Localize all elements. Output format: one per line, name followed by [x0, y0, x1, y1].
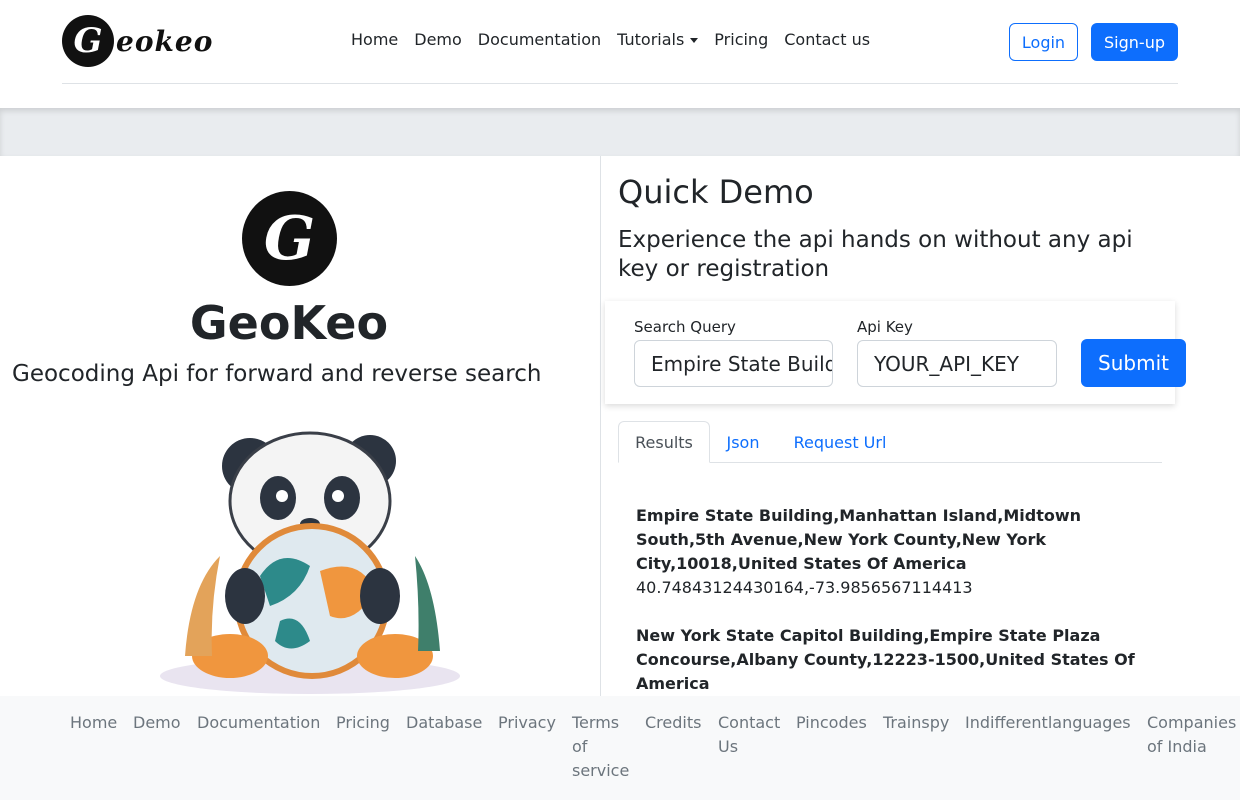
footer-terms[interactable]: Terms of service — [572, 711, 632, 783]
footer-pricing[interactable]: Pricing — [336, 711, 390, 735]
api-key-label: Api Key — [857, 318, 913, 336]
hero-logo-icon: G — [242, 191, 337, 286]
nav-demo[interactable]: Demo — [414, 30, 462, 49]
result-coordinates: 40.74843124430164,-73.9856567114413 — [636, 578, 973, 597]
brand-logo[interactable]: G eokeo — [62, 15, 213, 67]
footer: Home Demo Documentation Pricing Database… — [0, 696, 1240, 800]
result-tabs: Results Json Request Url — [618, 421, 1162, 463]
tab-request-url[interactable]: Request Url — [776, 421, 904, 463]
list-item: New York State Capitol Building,Empire S… — [636, 624, 1156, 696]
footer-documentation[interactable]: Documentation — [197, 711, 320, 735]
tab-json[interactable]: Json — [710, 421, 776, 463]
login-button[interactable]: Login — [1009, 23, 1078, 61]
result-address: New York State Capitol Building,Empire S… — [636, 626, 1135, 693]
demo-title: Quick Demo — [618, 173, 814, 211]
list-item: Empire State Building,Manhattan Island,M… — [636, 504, 1156, 600]
result-address: Empire State Building,Manhattan Island,M… — [636, 506, 1082, 573]
nav-documentation[interactable]: Documentation — [478, 30, 601, 49]
logo-icon: G — [62, 15, 114, 67]
footer-trainspy[interactable]: Trainspy — [883, 711, 949, 735]
demo-section: Quick Demo Experience the api hands on w… — [605, 156, 1218, 696]
brand-name: eokeo — [116, 24, 214, 58]
nav-home[interactable]: Home — [351, 30, 398, 49]
chevron-down-icon — [690, 38, 699, 43]
results-list: Empire State Building,Manhattan Island,M… — [636, 504, 1156, 720]
banner-strip — [0, 108, 1240, 156]
search-query-input[interactable]: Empire State Building — [634, 340, 833, 387]
nav-links: Home Demo Documentation Tutorials Pricin… — [351, 30, 886, 49]
api-key-input[interactable]: YOUR_API_KEY — [857, 340, 1057, 387]
footer-indifferentlanguages[interactable]: Indifferentlanguages — [965, 711, 1131, 735]
nav-tutorials-label: Tutorials — [617, 30, 685, 49]
footer-demo[interactable]: Demo — [133, 711, 181, 735]
footer-database[interactable]: Database — [406, 711, 482, 735]
panda-globe-illustration — [160, 431, 460, 694]
demo-form: Search Query Empire State Building Api K… — [605, 301, 1186, 404]
footer-companies[interactable]: Companies of India — [1147, 711, 1239, 759]
hero-title: GeoKeo — [189, 296, 389, 350]
nav-contact[interactable]: Contact us — [784, 30, 870, 49]
search-query-label: Search Query — [634, 318, 736, 336]
hero-section: G GeoKeo Geocoding Api for forward and r… — [0, 156, 601, 696]
navbar: G eokeo Home Demo Documentation Tutorial… — [62, 0, 1178, 84]
footer-contact[interactable]: Contact Us — [718, 711, 782, 759]
footer-home[interactable]: Home — [70, 711, 117, 735]
nav-pricing[interactable]: Pricing — [714, 30, 768, 49]
tab-results[interactable]: Results — [618, 421, 710, 463]
hero-subtitle: Geocoding Api for forward and reverse se… — [12, 361, 542, 387]
signup-button[interactable]: Sign-up — [1091, 23, 1178, 61]
footer-credits[interactable]: Credits — [645, 711, 701, 735]
footer-privacy[interactable]: Privacy — [498, 711, 556, 735]
demo-subtitle: Experience the api hands on without any … — [618, 227, 1133, 282]
footer-pincodes[interactable]: Pincodes — [796, 711, 867, 735]
nav-tutorials-dropdown[interactable]: Tutorials — [617, 30, 699, 49]
submit-button[interactable]: Submit — [1081, 339, 1186, 387]
